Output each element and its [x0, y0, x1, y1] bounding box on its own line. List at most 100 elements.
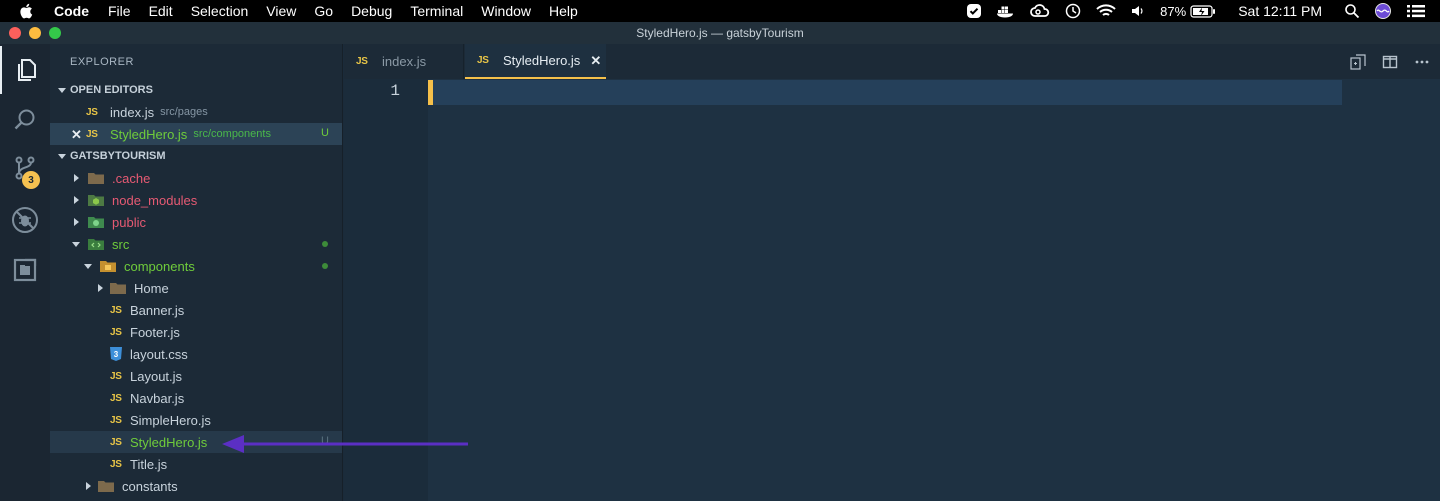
editor-tab-bar: JS index.js JS StyledHero.js ✕ — [344, 44, 1440, 79]
tree-file-banner[interactable]: JS Banner.js — [50, 299, 342, 321]
close-window-button[interactable] — [9, 27, 21, 39]
time-machine-icon[interactable] — [1064, 2, 1082, 20]
tab-label: StyledHero.js — [503, 53, 581, 68]
minimize-window-button[interactable] — [29, 27, 41, 39]
chevron-down-icon — [56, 145, 68, 167]
volume-icon[interactable] — [1130, 4, 1146, 18]
open-editor-path: src/components — [193, 128, 271, 140]
menu-view[interactable]: View — [266, 3, 296, 19]
debug-icon — [12, 207, 38, 233]
javascript-file-icon: JS — [110, 304, 122, 316]
window-title-bar: StyledHero.js — gatsbyTourism — [0, 22, 1440, 44]
wifi-icon[interactable] — [1096, 4, 1116, 18]
tree-file-footer[interactable]: JS Footer.js — [50, 321, 342, 343]
menu-selection[interactable]: Selection — [191, 3, 249, 19]
chevron-down-icon — [56, 79, 68, 101]
close-icon[interactable]: ✕ — [71, 127, 82, 143]
battery-icon[interactable] — [1190, 4, 1216, 18]
javascript-file-icon: JS — [110, 326, 122, 338]
menu-window[interactable]: Window — [481, 3, 531, 19]
explorer-activity[interactable] — [0, 46, 50, 94]
open-editor-item-active[interactable]: ✕ JS StyledHero.js src/components U — [50, 123, 342, 145]
zoom-window-button[interactable] — [49, 27, 61, 39]
javascript-file-icon: JS — [86, 106, 98, 118]
search-icon — [14, 109, 35, 130]
tab-index-js[interactable]: JS index.js — [344, 44, 464, 79]
clock[interactable]: Sat 12:11 PM — [1238, 3, 1322, 19]
chevron-right-icon — [70, 167, 82, 189]
tree-file-layout-css[interactable]: 3 layout.css — [50, 343, 342, 365]
tree-label: Banner.js — [130, 302, 185, 318]
tab-styledhero-js[interactable]: JS StyledHero.js ✕ — [465, 44, 606, 79]
open-editor-label: StyledHero.js — [110, 126, 188, 142]
tab-label: index.js — [382, 54, 427, 69]
tree-file-navbar[interactable]: JS Navbar.js — [50, 387, 342, 409]
menu-code[interactable]: Code — [54, 3, 89, 19]
extensions-activity[interactable] — [0, 246, 50, 294]
chevron-right-icon — [70, 189, 82, 211]
folder-icon — [88, 173, 104, 184]
tree-file-simplehero[interactable]: JS SimpleHero.js — [50, 409, 342, 431]
code-editor[interactable]: 1 — [344, 79, 1440, 501]
source-control-activity[interactable]: 3 — [0, 144, 50, 192]
tree-label: components — [124, 258, 195, 274]
modified-dot — [322, 241, 328, 247]
tree-folder-public[interactable]: public — [50, 211, 342, 233]
open-changes-icon[interactable] — [1350, 53, 1366, 70]
close-icon[interactable]: ✕ — [590, 53, 601, 69]
debug-activity[interactable] — [0, 196, 50, 244]
tree-label: node_modules — [112, 192, 198, 208]
menu-debug[interactable]: Debug — [351, 3, 392, 19]
open-editor-item[interactable]: JS index.js src/pages — [50, 101, 342, 123]
chevron-down-icon — [70, 233, 82, 255]
menu-help[interactable]: Help — [549, 3, 578, 19]
menu-file[interactable]: File — [108, 3, 131, 19]
open-editors-label: OPEN EDITORS — [70, 84, 153, 96]
javascript-file-icon: JS — [356, 56, 368, 67]
menu-terminal[interactable]: Terminal — [410, 3, 463, 19]
tree-label: StyledHero.js — [130, 434, 208, 450]
more-actions-icon[interactable] — [1414, 54, 1430, 70]
css-file-icon: 3 — [110, 347, 122, 361]
javascript-file-icon: JS — [110, 458, 122, 470]
tree-file-title[interactable]: JS Title.js — [50, 453, 342, 475]
text-cursor — [428, 80, 433, 105]
search-activity[interactable] — [0, 96, 50, 144]
line-number: 1 — [390, 82, 400, 100]
menu-go[interactable]: Go — [314, 3, 333, 19]
apple-logo-icon[interactable] — [18, 2, 36, 20]
javascript-file-icon: JS — [110, 436, 122, 448]
split-editor-icon[interactable] — [1382, 54, 1398, 70]
editor-actions — [1350, 44, 1430, 79]
tree-folder-node-modules[interactable]: node_modules — [50, 189, 342, 211]
project-label: GATSBYTOURISM — [70, 150, 166, 162]
src-folder-icon — [88, 239, 104, 250]
tree-folder-constants[interactable]: constants — [50, 475, 342, 497]
macos-menu-bar: Code File Edit Selection View Go Debug T… — [0, 0, 1440, 22]
tree-label: Layout.js — [130, 368, 183, 384]
chevron-right-icon — [70, 211, 82, 233]
project-header[interactable]: GATSBYTOURISM — [50, 145, 342, 167]
open-editors-header[interactable]: OPEN EDITORS — [50, 79, 342, 101]
folder-icon — [110, 283, 126, 294]
menu-edit[interactable]: Edit — [149, 3, 173, 19]
folder-icon — [98, 481, 114, 492]
javascript-file-icon: JS — [110, 414, 122, 426]
open-editor-label: index.js — [110, 104, 155, 120]
notification-center-icon[interactable] — [1406, 4, 1426, 18]
svg-text:3: 3 — [114, 350, 119, 359]
tree-folder-home[interactable]: Home — [50, 277, 342, 299]
javascript-file-icon: JS — [110, 370, 122, 382]
tree-folder-components[interactable]: components — [50, 255, 342, 277]
open-editor-path: src/pages — [160, 106, 208, 118]
docker-icon[interactable] — [996, 4, 1016, 18]
tree-label: Footer.js — [130, 324, 180, 340]
spotlight-icon[interactable] — [1344, 3, 1360, 19]
tree-file-layout[interactable]: JS Layout.js — [50, 365, 342, 387]
tree-folder-src[interactable]: src — [50, 233, 342, 255]
tree-folder-cache[interactable]: .cache — [50, 167, 342, 189]
tree-label: Navbar.js — [130, 390, 185, 406]
checkmark-app-icon[interactable] — [966, 3, 982, 19]
creative-cloud-icon[interactable] — [1030, 4, 1050, 18]
siri-icon[interactable] — [1374, 2, 1392, 20]
